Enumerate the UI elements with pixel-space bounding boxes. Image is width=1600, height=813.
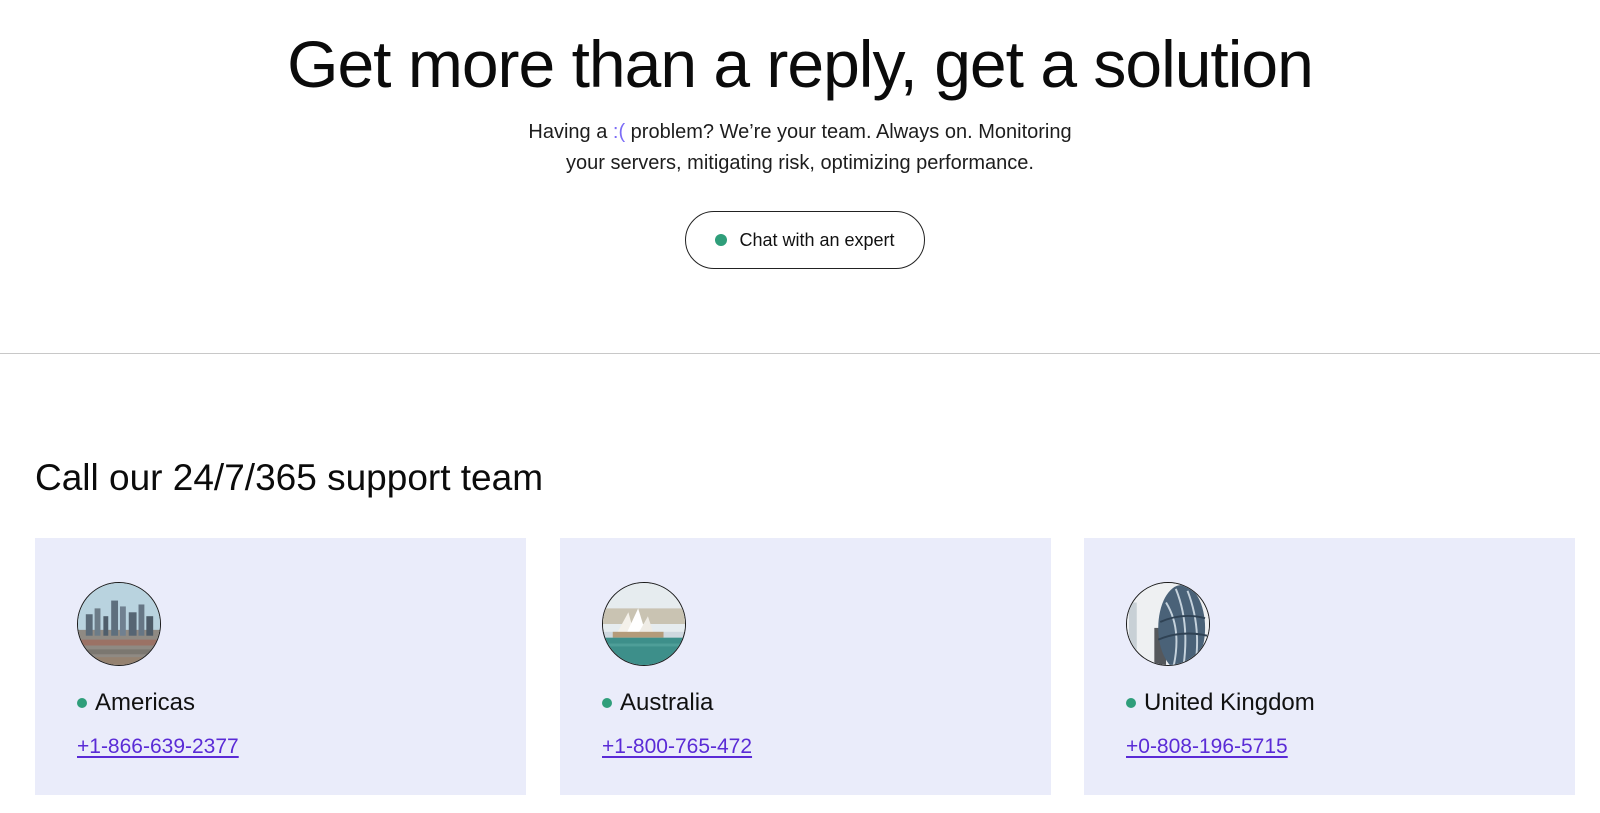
online-status-dot-icon	[1126, 698, 1136, 708]
sad-emoticon: :(	[612, 121, 626, 143]
region-name: Americas	[95, 689, 196, 716]
region-label: Americas	[77, 688, 195, 718]
hero-subtitle-line-2: your servers, mitigating risk, optimizin…	[566, 152, 1034, 174]
region-card-united-kingdom: United Kingdom +0-808-196-5715	[1084, 538, 1575, 795]
hero-subtitle-line-1: Having a :( problem? We’re your team. Al…	[0, 117, 1600, 148]
phone-link-americas[interactable]: +1-866-639-2377	[77, 734, 239, 760]
online-status-dot-icon	[602, 698, 612, 708]
hero-subtitle: Having a :( problem? We’re your team. Al…	[0, 117, 1600, 179]
chat-button-label: Chat with an expert	[739, 229, 895, 250]
hero-section: Get more than a reply, get a solution Ha…	[0, 0, 1600, 354]
london-gherkin-image	[1126, 582, 1210, 666]
online-status-dot-icon	[715, 234, 728, 246]
region-card-americas: Americas +1-866-639-2377	[35, 538, 526, 795]
region-name: United Kingdom	[1144, 689, 1315, 716]
support-section-title: Call our 24/7/365 support team	[35, 457, 544, 498]
subtitle-prefix: Having a	[528, 121, 613, 143]
city-skyline-image	[77, 582, 161, 666]
region-card-australia: Australia +1-800-765-472	[560, 538, 1051, 795]
sydney-opera-house-image	[602, 582, 686, 666]
hero-title: Get more than a reply, get a solution	[287, 27, 1314, 101]
region-label: United Kingdom	[1126, 688, 1315, 718]
chat-with-expert-button[interactable]: Chat with an expert	[685, 211, 925, 269]
region-name: Australia	[620, 689, 714, 716]
region-label: Australia	[602, 688, 713, 718]
phone-link-united-kingdom[interactable]: +0-808-196-5715	[1126, 734, 1288, 760]
phone-link-australia[interactable]: +1-800-765-472	[602, 734, 752, 760]
online-status-dot-icon	[77, 698, 87, 708]
subtitle-line-1-rest: problem? We’re your team. Always on. Mon…	[625, 121, 1072, 143]
